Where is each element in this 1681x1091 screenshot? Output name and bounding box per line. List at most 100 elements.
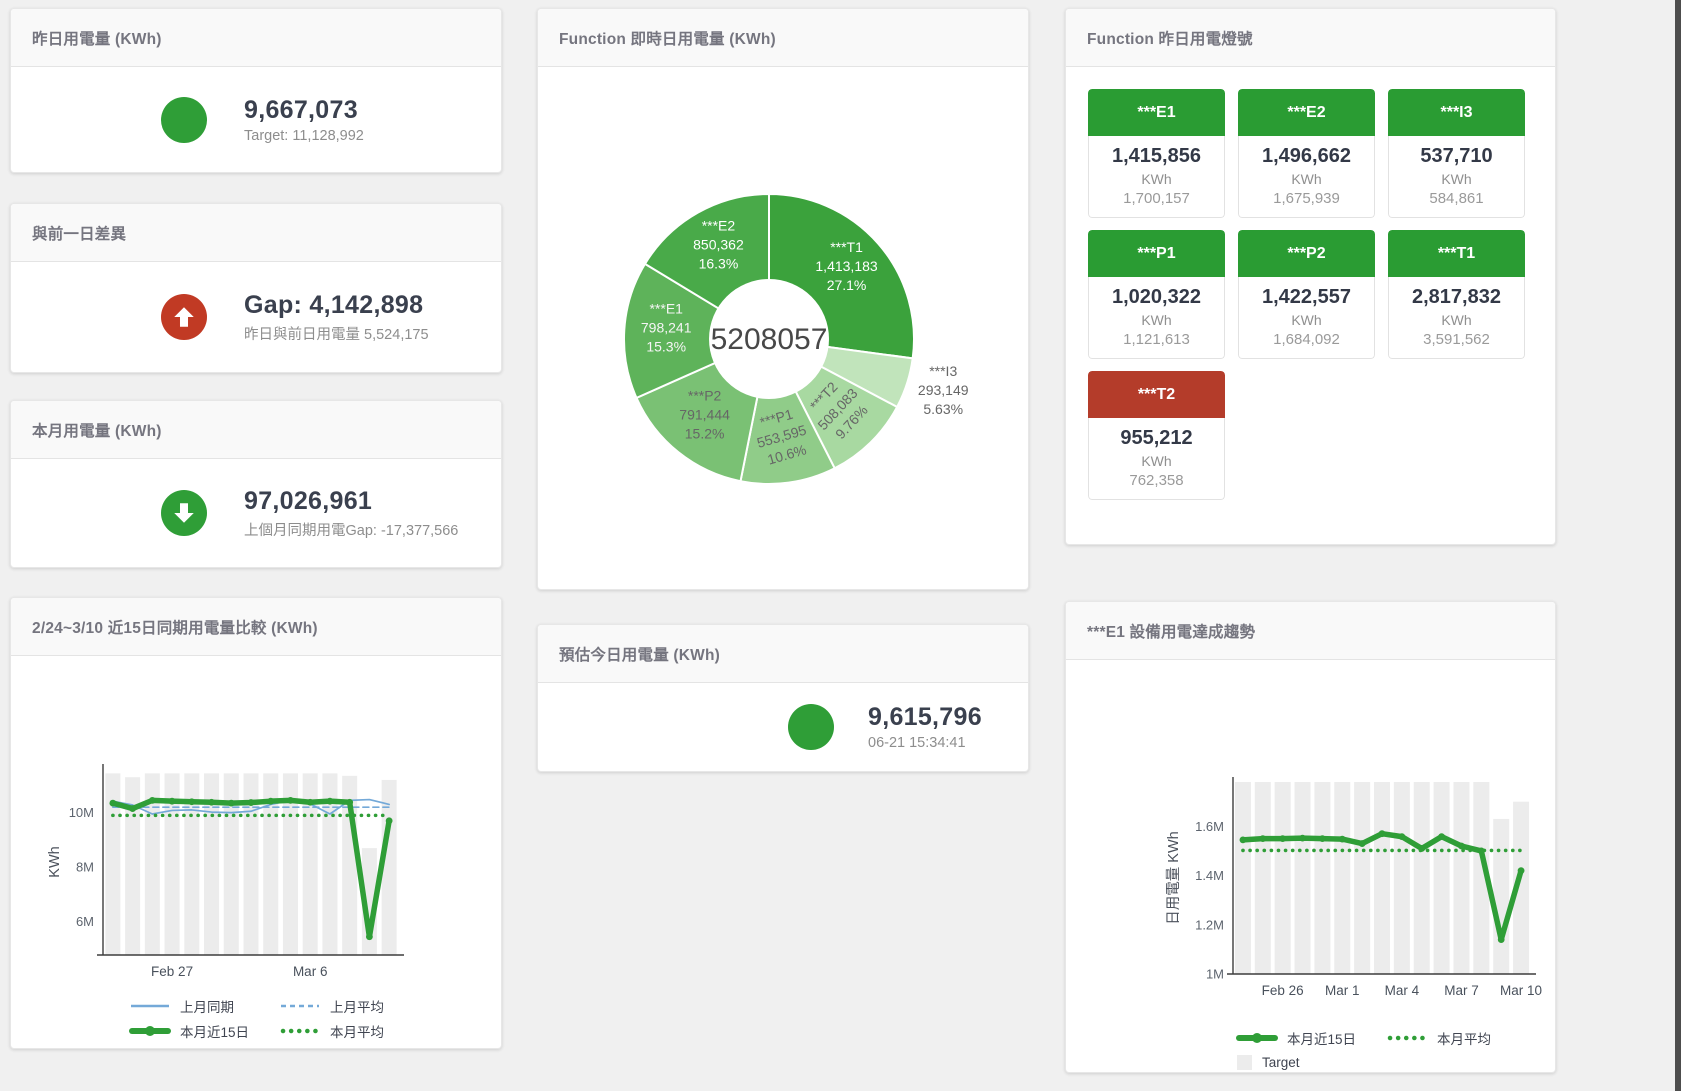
legend-label: 上月同期 xyxy=(180,996,234,1016)
stat-row: 9,615,796 06-21 15:34:41 xyxy=(538,683,1028,771)
target-bar xyxy=(1434,782,1450,974)
data-point xyxy=(1518,867,1525,874)
data-point xyxy=(366,933,373,940)
panel-header: ***E1 設備用電達成趨勢 xyxy=(1066,602,1555,660)
tile-target: 584,861 xyxy=(1391,190,1522,207)
legend-item-上月平均[interactable]: 上月平均 xyxy=(279,995,384,1016)
y-tick-label: 6M xyxy=(76,914,94,929)
legend-swatch-icon xyxy=(1236,1032,1278,1044)
data-point xyxy=(188,798,195,805)
stat-text: Gap: 4,142,898 昨日與前日用電量 5,524,175 xyxy=(244,291,429,344)
data-point xyxy=(1279,835,1286,842)
data-point xyxy=(228,800,235,807)
lights-grid: ***E11,415,856KWh1,700,157***E21,496,662… xyxy=(1066,67,1555,522)
tile-status-header: ***T2 xyxy=(1088,371,1225,418)
panel-header: 2/24~3/10 近15日同期用電量比較 (KWh) xyxy=(11,598,501,656)
y-tick-label: 10M xyxy=(69,805,94,820)
legend-label: Target xyxy=(155,1048,193,1049)
scrollbar[interactable] xyxy=(1675,0,1681,1091)
card-15day-comparison-chart: 2/24~3/10 近15日同期用電量比較 (KWh) 6M8M10MFeb 2… xyxy=(10,597,502,1049)
tile-body: 1,422,557KWh1,684,092 xyxy=(1238,277,1375,359)
legend-label: 上月平均 xyxy=(330,996,384,1016)
tile-value: 955,212 xyxy=(1091,427,1222,450)
y-tick-label: 1.6M xyxy=(1195,819,1224,834)
stat-value: 9,615,796 xyxy=(868,703,982,732)
card-status-lights: Function 昨日用電燈號 ***E11,415,856KWh1,700,1… xyxy=(1065,8,1556,545)
donut-chart[interactable]: ***T11,413,18327.1%***I3293,1495.63%***T… xyxy=(538,67,1029,589)
slice-label: ***I3293,1495.63% xyxy=(918,363,969,417)
tile-value: 1,422,557 xyxy=(1241,286,1372,309)
tile-body: 1,496,662 KWh 1,675,939 xyxy=(1238,136,1375,218)
comparison-line-chart[interactable]: 6M8M10MFeb 27Mar 6KWh xyxy=(11,656,502,988)
stat-subtitle: Target: 11,128,992 xyxy=(244,128,364,144)
stat-text: 9,667,073 Target: 11,128,992 xyxy=(244,96,364,144)
tile-target: 1,675,939 xyxy=(1241,190,1372,207)
chart-legend: 上月同期 上月平均本月近15日 本月平均 Target xyxy=(129,995,384,1049)
tile-target: 762,358 xyxy=(1091,472,1222,489)
legend-item-本月平均[interactable]: 本月平均 xyxy=(279,1020,384,1041)
legend-item-Target[interactable]: Target xyxy=(129,1045,249,1049)
legend-item-本月近15日[interactable]: 本月近15日 xyxy=(129,1020,249,1041)
data-point xyxy=(208,799,215,806)
legend-item-上月同期[interactable]: 上月同期 xyxy=(129,995,249,1016)
light-tile-E2: ***E21,496,662KWh1,675,939 xyxy=(1238,89,1375,218)
target-bar xyxy=(1493,819,1509,974)
tile-value: 1,415,856 xyxy=(1091,145,1222,168)
x-tick-label: Feb 26 xyxy=(1262,983,1304,998)
legend-swatch-icon xyxy=(1236,1054,1253,1071)
data-point xyxy=(267,798,274,805)
tile-unit: KWh xyxy=(1391,312,1522,328)
card-estimated-today: 預估今日用電量 (KWh) 9,615,796 06-21 15:34:41 xyxy=(537,624,1029,772)
data-point xyxy=(1240,836,1247,843)
data-point xyxy=(327,798,334,805)
target-bar xyxy=(1275,782,1291,974)
tile-unit: KWh xyxy=(1091,312,1222,328)
tile-unit: KWh xyxy=(1091,453,1222,469)
stat-text: 9,615,796 06-21 15:34:41 xyxy=(868,703,982,751)
data-point xyxy=(1379,830,1386,837)
data-point xyxy=(1478,848,1485,855)
panel-header: 本月用電量 (KWh) xyxy=(11,401,501,459)
light-tile-P2: ***P21,422,557KWh1,684,092 xyxy=(1238,230,1375,359)
stat-subtitle: 上個月同期用電Gap: -17,377,566 xyxy=(244,519,458,540)
y-axis-label: 日用電量 KWh xyxy=(1166,831,1182,924)
card-e1-trend-chart: ***E1 設備用電達成趨勢 1M1.2M1.4M1.6MFeb 26Mar 1… xyxy=(1065,601,1556,1073)
legend-swatch-icon xyxy=(1386,1032,1428,1044)
stat-text: 97,026,961 上個月同期用電Gap: -17,377,566 xyxy=(244,487,458,540)
left-column: 昨日用電量 (KWh) 9,667,073 Target: 11,128,992… xyxy=(10,8,502,1049)
trend-line-chart[interactable]: 1M1.2M1.4M1.6MFeb 26Mar 1Mar 4Mar 7Mar 1… xyxy=(1066,660,1556,1020)
tile-value: 1,496,662 xyxy=(1241,145,1372,168)
panel-header: 預估今日用電量 (KWh) xyxy=(538,625,1028,683)
panel-title: ***E1 設備用電達成趨勢 xyxy=(1087,620,1255,642)
y-tick-label: 1M xyxy=(1206,967,1224,982)
panel-title: 2/24~3/10 近15日同期用電量比較 (KWh) xyxy=(32,616,318,638)
data-point xyxy=(386,817,393,824)
legend-item-Target[interactable]: Target xyxy=(1236,1052,1356,1073)
tile-value: 1,020,322 xyxy=(1091,286,1222,309)
tile-target: 1,700,157 xyxy=(1091,190,1222,207)
x-tick-label: Mar 4 xyxy=(1385,983,1420,998)
middle-column: Function 即時日用電量 (KWh) ***T11,413,18327.1… xyxy=(537,8,1029,772)
tile-status-header: ***I3 xyxy=(1388,89,1525,136)
legend-swatch-icon xyxy=(129,1047,146,1049)
data-point xyxy=(307,799,314,806)
status-circle-icon xyxy=(161,294,207,340)
tile-unit: KWh xyxy=(1241,171,1372,187)
tile-status-header: ***E1 xyxy=(1088,89,1225,136)
x-tick-label: Mar 1 xyxy=(1325,983,1360,998)
target-bar xyxy=(1255,782,1271,974)
target-bar xyxy=(1334,782,1350,974)
legend-item-本月近15日[interactable]: 本月近15日 xyxy=(1236,1027,1356,1048)
panel-title: 預估今日用電量 (KWh) xyxy=(559,643,720,665)
panel-title: 本月用電量 (KWh) xyxy=(32,419,162,441)
light-tile-E1: ***E11,415,856KWh1,700,157 xyxy=(1088,89,1225,218)
tile-unit: KWh xyxy=(1391,171,1522,187)
tile-body: 537,710KWh584,861 xyxy=(1388,136,1525,218)
tile-body: 1,415,856KWh1,700,157 xyxy=(1088,136,1225,218)
x-tick-label: Feb 27 xyxy=(151,964,193,979)
legend-swatch-icon xyxy=(279,1025,321,1037)
target-bar xyxy=(1453,782,1469,974)
legend-item-本月平均[interactable]: 本月平均 xyxy=(1386,1027,1491,1048)
target-bar xyxy=(1314,782,1330,974)
y-tick-label: 1.4M xyxy=(1195,868,1224,883)
